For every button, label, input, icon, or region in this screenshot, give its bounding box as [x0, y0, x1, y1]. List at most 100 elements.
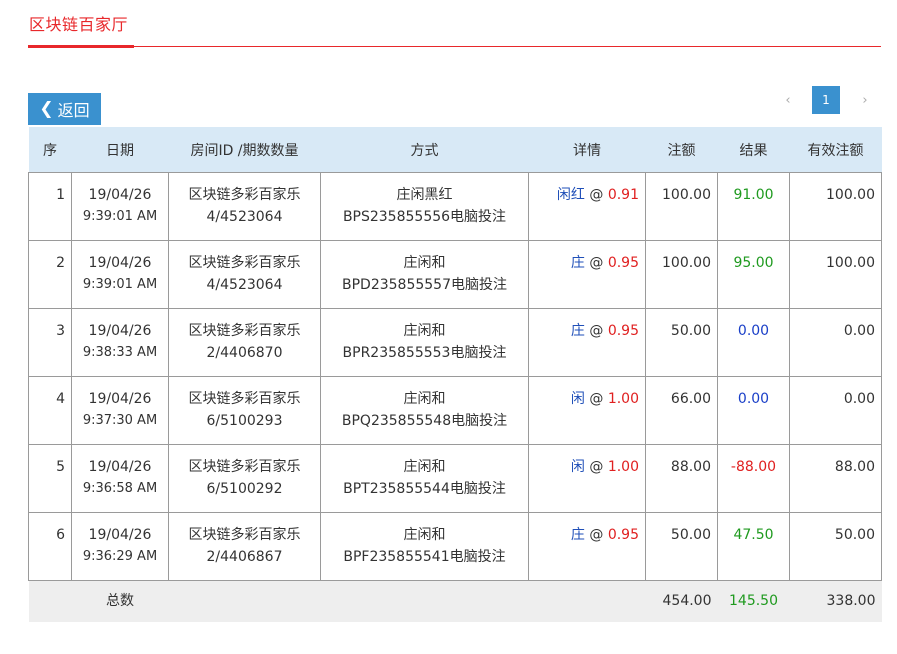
row-room-name: 区块链多彩百家乐 — [188, 391, 301, 407]
row-odds: 0.95 — [607, 255, 639, 271]
row-bet-side: 庄 — [570, 527, 585, 543]
row-bet-side: 闲红 — [556, 187, 585, 203]
table-row: 6 19/04/26 9:36:29 AM 区块链多彩百家乐 2/4406867 庄闲和 B… — [28, 512, 882, 581]
row-valid-amount: 50.00 — [789, 512, 882, 581]
row-at-sign: @ — [589, 459, 604, 475]
row-room-name: 区块链多彩百家乐 — [188, 459, 301, 475]
row-datetime: 19/04/26 9:36:58 AM — [71, 444, 169, 513]
row-method: 庄闲和 BPD235855557电脑投注 — [320, 240, 529, 309]
back-button[interactable]: ❮ 返回 — [28, 93, 101, 125]
row-method: 庄闲黑红 BPS235855556电脑投注 — [320, 172, 529, 241]
row-index: 1 — [28, 172, 72, 241]
row-index: 4 — [28, 376, 72, 445]
table-header-row: 序 日期 房间ID /期数数量 方式 详情 注额 结果 有效注额 — [28, 127, 882, 173]
row-room: 区块链多彩百家乐 4/4523064 — [168, 172, 321, 241]
header-amount: 注额 — [645, 127, 718, 173]
row-details: 闲 @ 1.00 — [528, 376, 646, 445]
row-room: 区块链多彩百家乐 6/5100293 — [168, 376, 321, 445]
chevron-left-icon: ❮ — [39, 99, 54, 119]
header-result: 结果 — [717, 127, 790, 173]
row-index: 5 — [28, 444, 72, 513]
row-time: 9:38:33 AM — [82, 345, 158, 360]
header-index: 序 — [28, 127, 72, 173]
row-room-name: 区块链多彩百家乐 — [188, 323, 301, 339]
bet-history-table: 序 日期 房间ID /期数数量 方式 详情 注额 结果 有效注额 1 19/04/… — [28, 127, 882, 622]
row-valid-amount: 0.00 — [789, 376, 882, 445]
table-row: 4 19/04/26 9:37:30 AM 区块链多彩百家乐 6/5100293 庄闲和 B… — [28, 376, 882, 445]
row-method-name: 庄闲和 — [403, 527, 446, 543]
row-room: 区块链多彩百家乐 6/5100292 — [168, 444, 321, 513]
row-datetime: 19/04/26 9:39:01 AM — [71, 240, 169, 309]
pager-current-page[interactable]: 1 — [812, 86, 840, 114]
row-amount: 66.00 — [645, 376, 718, 445]
row-odds: 0.91 — [607, 187, 639, 203]
row-details: 庄 @ 0.95 — [528, 308, 646, 377]
row-order-code: BPR235855553电脑投注 — [342, 345, 507, 361]
row-bet-side: 庄 — [570, 255, 585, 271]
row-method-name: 庄闲和 — [403, 323, 446, 339]
row-method: 庄闲和 BPR235855553电脑投注 — [320, 308, 529, 377]
row-room: 区块链多彩百家乐 2/4406870 — [168, 308, 321, 377]
row-time: 9:39:01 AM — [82, 277, 158, 292]
row-room-name: 区块链多彩百家乐 — [188, 527, 301, 543]
row-index: 3 — [28, 308, 72, 377]
row-time: 9:36:29 AM — [82, 549, 158, 564]
table-row: 3 19/04/26 9:38:33 AM 区块链多彩百家乐 2/4406870 庄闲和 B… — [28, 308, 882, 377]
total-result: 145.50 — [717, 580, 790, 622]
row-date: 19/04/26 — [88, 255, 152, 271]
row-period: 6/5100293 — [206, 413, 283, 429]
pager-next-button[interactable]: › — [851, 86, 879, 114]
row-bet-side: 庄 — [570, 323, 585, 339]
row-date: 19/04/26 — [88, 187, 152, 203]
row-amount: 50.00 — [645, 512, 718, 581]
row-result: 47.50 — [717, 512, 790, 581]
row-room-name: 区块链多彩百家乐 — [188, 187, 301, 203]
row-method-name: 庄闲和 — [403, 255, 446, 271]
table-total-row: 总数 454.00 145.50 338.00 — [28, 580, 882, 622]
total-valid-amount: 338.00 — [789, 580, 882, 622]
row-room: 区块链多彩百家乐 4/4523064 — [168, 240, 321, 309]
total-amount: 454.00 — [645, 580, 718, 622]
row-index: 2 — [28, 240, 72, 309]
row-datetime: 19/04/26 9:39:01 AM — [71, 172, 169, 241]
header-room: 房间ID /期数数量 — [168, 127, 321, 173]
row-at-sign: @ — [589, 255, 604, 271]
row-bet-side: 闲 — [570, 459, 585, 475]
row-details: 闲 @ 1.00 — [528, 444, 646, 513]
row-room: 区块链多彩百家乐 2/4406867 — [168, 512, 321, 581]
row-amount: 100.00 — [645, 240, 718, 309]
row-order-code: BPD235855557电脑投注 — [342, 277, 507, 293]
pager-prev-button[interactable]: ‹ — [774, 86, 802, 114]
row-valid-amount: 0.00 — [789, 308, 882, 377]
page-title-tab[interactable]: 区块链百家厅 — [29, 11, 128, 35]
row-valid-amount: 100.00 — [789, 240, 882, 309]
row-period: 2/4406867 — [206, 549, 283, 565]
row-result: 0.00 — [717, 376, 790, 445]
row-valid-amount: 100.00 — [789, 172, 882, 241]
row-details: 庄 @ 0.95 — [528, 240, 646, 309]
row-valid-amount: 88.00 — [789, 444, 882, 513]
row-odds: 1.00 — [607, 391, 639, 407]
row-period: 4/4523064 — [206, 209, 283, 225]
row-order-code: BPS235855556电脑投注 — [342, 209, 507, 225]
row-odds: 1.00 — [607, 459, 639, 475]
row-time: 9:37:30 AM — [82, 413, 158, 428]
row-order-code: BPQ235855548电脑投注 — [341, 413, 508, 429]
row-method-name: 庄闲和 — [403, 459, 446, 475]
row-amount: 50.00 — [645, 308, 718, 377]
row-amount: 88.00 — [645, 444, 718, 513]
table-row: 1 19/04/26 9:39:01 AM 区块链多彩百家乐 4/4523064 庄闲黑红… — [28, 172, 882, 241]
row-at-sign: @ — [589, 391, 604, 407]
row-method: 庄闲和 BPF235855541电脑投注 — [320, 512, 529, 581]
row-datetime: 19/04/26 9:36:29 AM — [71, 512, 169, 581]
row-time: 9:36:58 AM — [82, 481, 158, 496]
row-odds: 0.95 — [607, 527, 639, 543]
table-row: 5 19/04/26 9:36:58 AM 区块链多彩百家乐 6/5100292 庄闲和 B… — [28, 444, 882, 513]
row-odds: 0.95 — [607, 323, 639, 339]
row-period: 6/5100292 — [206, 481, 283, 497]
row-method-name: 庄闲和 — [403, 391, 446, 407]
row-result: -88.00 — [717, 444, 790, 513]
header-details: 详情 — [528, 127, 646, 173]
row-result: 0.00 — [717, 308, 790, 377]
row-datetime: 19/04/26 9:37:30 AM — [71, 376, 169, 445]
